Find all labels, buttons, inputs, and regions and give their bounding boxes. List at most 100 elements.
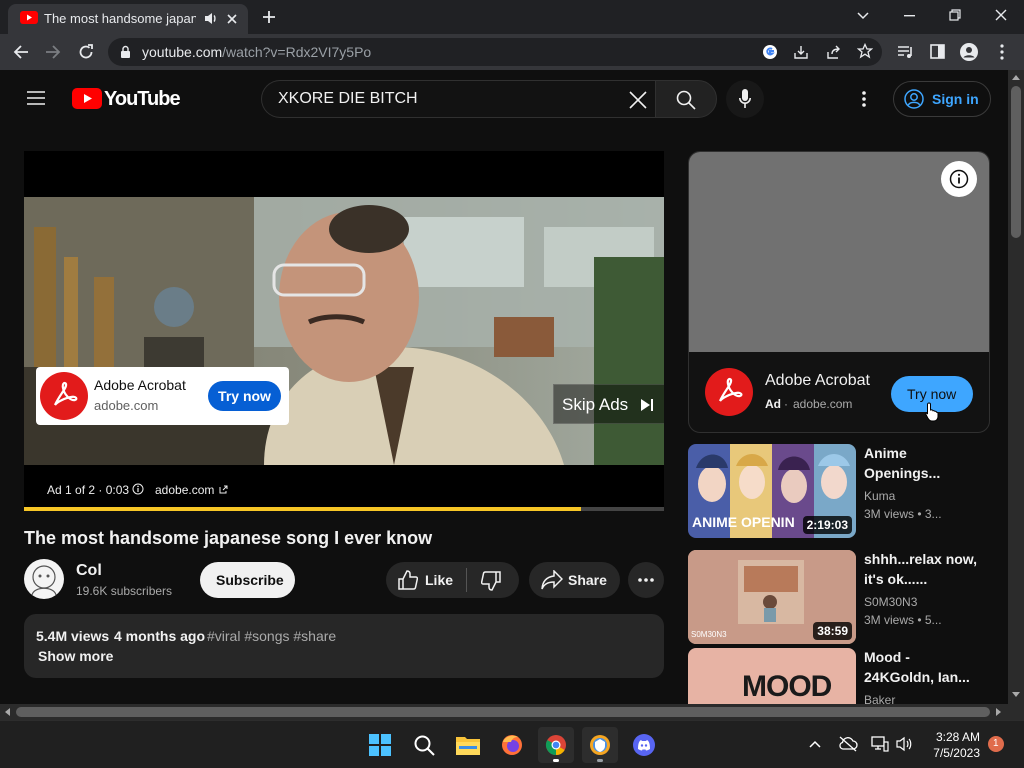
like-button[interactable]: Like	[386, 562, 466, 598]
search-taskbar-button[interactable]	[406, 727, 442, 763]
firefox-button[interactable]	[494, 727, 530, 763]
start-button[interactable]	[362, 727, 398, 763]
lock-icon[interactable]	[120, 45, 131, 59]
show-more-link[interactable]: Show more	[38, 648, 113, 664]
share-page-icon[interactable]	[826, 44, 842, 60]
recommendation-item[interactable]: S0M30N3 38:59 shhh...relax now, it's ok.…	[688, 550, 990, 644]
clock[interactable]: 3:28 AM 7/5/2023	[922, 728, 984, 762]
scroll-down-icon[interactable]	[1012, 692, 1020, 698]
taskbar-search-icon	[414, 735, 435, 756]
address-bar[interactable]: youtube.com/watch?v=Rdx2VI7y5Po	[108, 38, 882, 66]
external-link-icon	[219, 485, 228, 494]
subscribe-label: Subscribe	[216, 572, 284, 588]
side-panel-icon[interactable]	[930, 44, 945, 59]
ad-advertiser-name: Adobe Acrobat	[94, 377, 186, 393]
media-control-icon[interactable]	[897, 44, 915, 60]
hashtags[interactable]: #viral #songs #share	[207, 628, 336, 644]
cloud-offline-icon[interactable]	[838, 736, 858, 752]
horizontal-scroll-thumb[interactable]	[16, 707, 990, 717]
reco-title[interactable]: Anime Openings...	[864, 443, 982, 483]
horizontal-scrollbar[interactable]	[0, 704, 1008, 720]
reco-thumbnail[interactable]: MOOD	[688, 648, 856, 704]
ad-link[interactable]: adobe.com	[155, 483, 214, 497]
tab-audio-icon[interactable]	[204, 12, 218, 25]
share-button[interactable]: Share	[529, 562, 620, 598]
ad-try-now-button[interactable]: Try now	[208, 381, 281, 411]
recommendation-item[interactable]: ANIME OPENIN 2:19:03 Anime Openings... K…	[688, 444, 990, 538]
forward-icon[interactable]	[45, 44, 61, 60]
notification-badge[interactable]: 1	[988, 736, 1004, 752]
volume-icon[interactable]	[896, 736, 912, 752]
google-lens-icon[interactable]	[762, 44, 778, 60]
clear-search-icon[interactable]	[628, 90, 648, 110]
guide-menu-icon[interactable]	[27, 90, 45, 106]
search-input[interactable]	[278, 88, 608, 110]
reco-channel[interactable]: Kuma	[864, 489, 895, 503]
reco-channel[interactable]: Baker	[864, 693, 895, 704]
browser-tab[interactable]: The most handsome japanese song I ever k…	[8, 4, 248, 34]
voice-search-button[interactable]	[726, 80, 764, 118]
skip-ads-button[interactable]: Skip Ads	[553, 384, 664, 424]
companion-try-now-label: Try now	[907, 386, 957, 402]
dislike-button[interactable]	[467, 562, 519, 598]
url-text: youtube.com/watch?v=Rdx2VI7y5Po	[142, 44, 371, 60]
browser-menu-icon[interactable]	[1000, 44, 1004, 60]
minimize-icon[interactable]	[904, 15, 915, 17]
file-explorer-button[interactable]	[450, 727, 486, 763]
close-window-icon[interactable]	[995, 9, 1007, 21]
vertical-scroll-thumb[interactable]	[1011, 86, 1021, 238]
network-icon[interactable]	[871, 736, 889, 752]
channel-avatar[interactable]	[24, 559, 64, 599]
subscribe-button[interactable]: Subscribe	[200, 562, 295, 598]
firefox-icon	[501, 734, 523, 756]
brave-running-indicator	[597, 759, 603, 762]
channel-name[interactable]: Col	[76, 562, 102, 580]
brave-button[interactable]	[582, 727, 618, 763]
search-button[interactable]	[655, 80, 717, 118]
info-icon	[949, 169, 969, 189]
subscriber-count: 19.6K subscribers	[76, 584, 173, 598]
companion-ad[interactable]: Adobe Acrobat Ad · adobe.com Try now	[688, 151, 990, 433]
youtube-logo-text: YouTube	[104, 88, 181, 110]
reload-icon[interactable]	[78, 44, 94, 60]
discord-button[interactable]	[626, 727, 662, 763]
settings-menu-icon[interactable]	[862, 91, 866, 107]
reco-thumbnail[interactable]: ANIME OPENIN 2:19:03	[688, 444, 856, 538]
show-hidden-icons-icon[interactable]	[809, 740, 821, 748]
reco-title[interactable]: shhh...relax now, it's ok......	[864, 549, 982, 589]
tab-search-icon[interactable]	[857, 12, 869, 20]
chrome-button[interactable]	[538, 727, 574, 763]
url-path: /watch?v=Rdx2VI7y5Po	[222, 44, 372, 60]
scroll-left-icon[interactable]	[4, 708, 10, 716]
install-app-icon[interactable]	[793, 44, 809, 60]
more-actions-button[interactable]	[628, 562, 664, 598]
bookmark-star-icon[interactable]	[857, 43, 873, 59]
scroll-up-icon[interactable]	[1012, 74, 1020, 80]
new-tab-icon[interactable]	[262, 10, 276, 24]
url-host: youtube.com	[142, 44, 223, 60]
ad-overlay-card[interactable]: Adobe Acrobat adobe.com Try now	[36, 367, 289, 425]
vertical-scrollbar[interactable]	[1008, 70, 1024, 704]
share-label: Share	[568, 572, 607, 588]
reco-title[interactable]: Mood - 24KGoldn, Ian...	[864, 647, 982, 687]
reco-channel[interactable]: S0M30N3	[864, 595, 917, 609]
description-box[interactable]: 5.4M views 4 months ago #viral #songs #s…	[24, 614, 664, 678]
profile-icon[interactable]	[960, 43, 978, 61]
restore-icon[interactable]	[949, 9, 961, 21]
ad-info-button[interactable]	[941, 161, 977, 197]
ad-info-icon[interactable]	[132, 483, 144, 495]
sign-in-button[interactable]: Sign in	[893, 81, 991, 117]
video-player[interactable]: Adobe Acrobat adobe.com Try now Skip Ads…	[24, 151, 664, 511]
video-title: The most handsome japanese song I ever k…	[24, 528, 433, 548]
windows-logo-icon	[369, 734, 391, 756]
scroll-right-icon[interactable]	[996, 708, 1002, 716]
ad-progress-bar[interactable]	[24, 507, 664, 511]
reco-duration: 38:59	[813, 622, 852, 640]
reco-thumbnail[interactable]: S0M30N3 38:59	[688, 550, 856, 644]
reco-duration: 2:19:03	[802, 516, 852, 534]
recommendation-item[interactable]: MOOD Mood - 24KGoldn, Ian... Baker	[688, 648, 990, 704]
tab-close-icon[interactable]	[226, 13, 238, 25]
back-icon[interactable]	[13, 44, 29, 60]
discord-icon	[633, 734, 655, 756]
avatar-drawing	[31, 565, 57, 596]
